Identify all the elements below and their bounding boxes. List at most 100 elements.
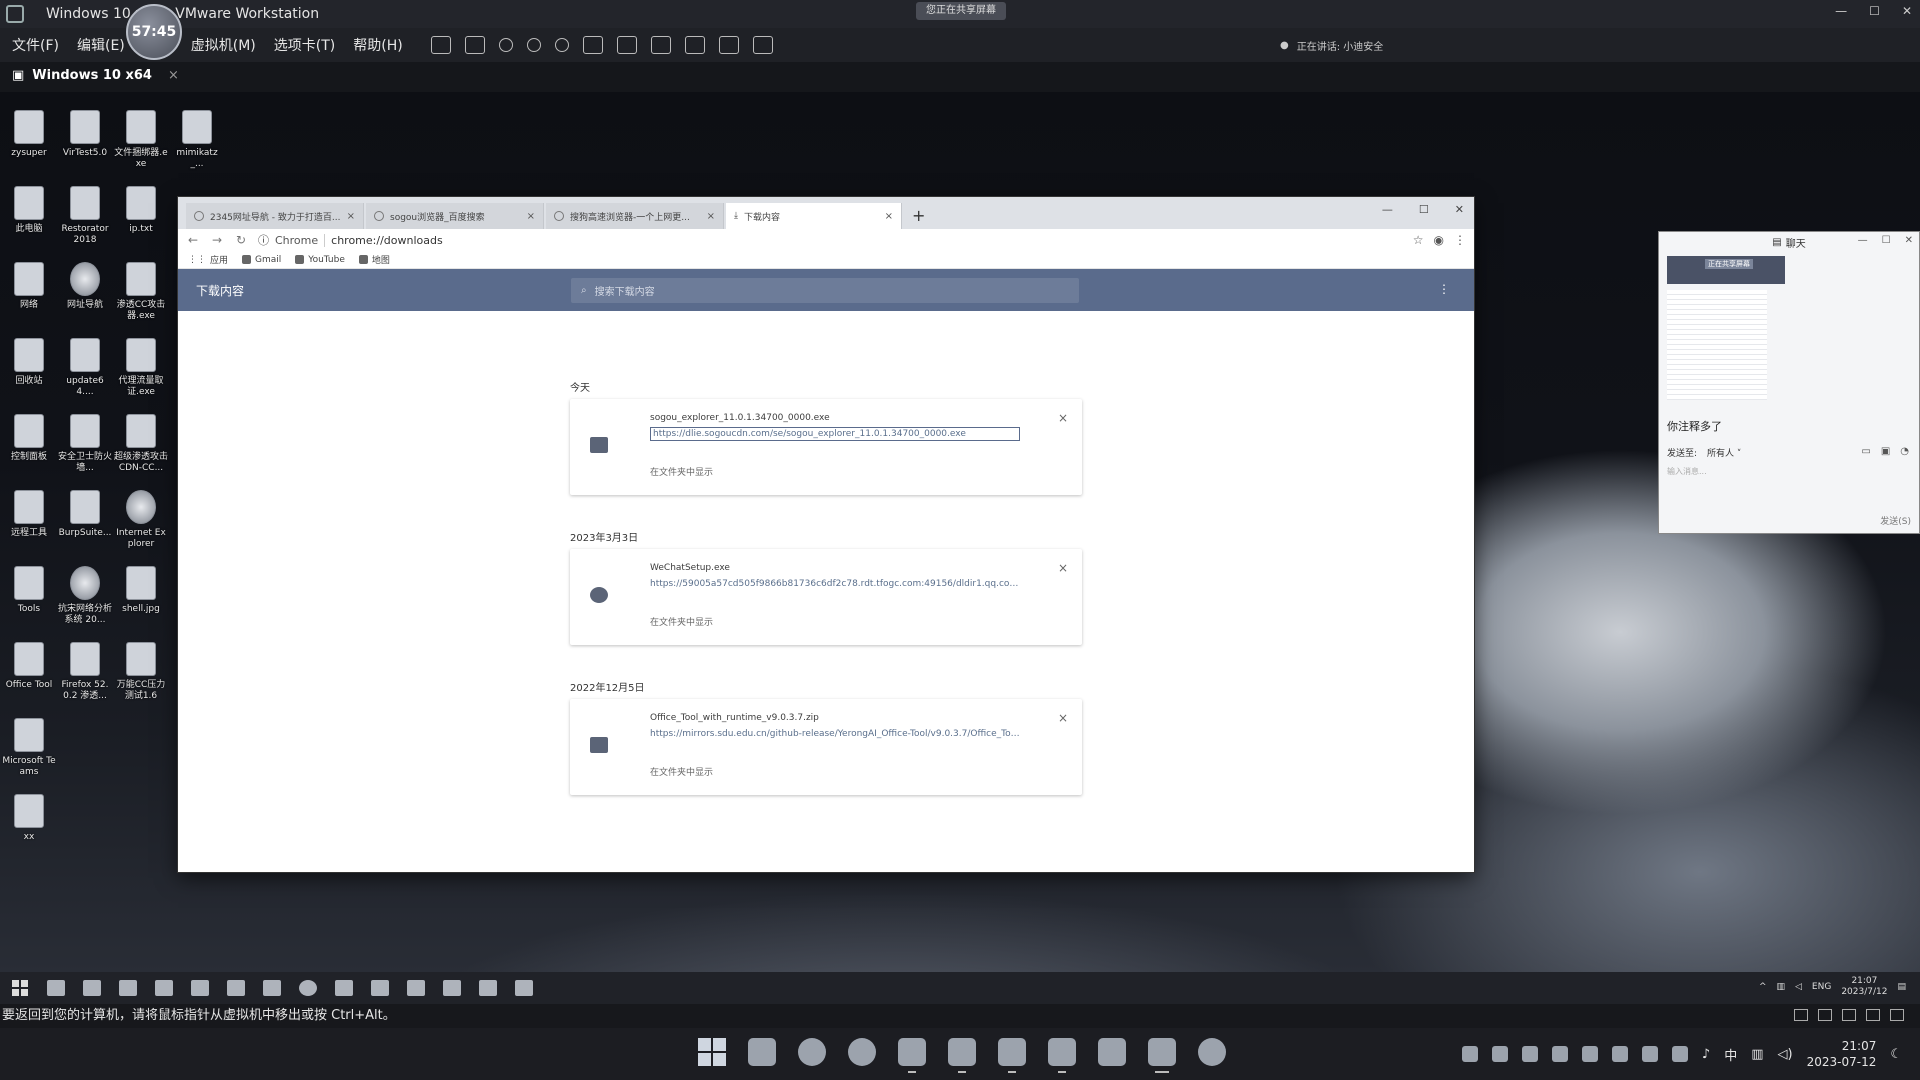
hard-disk-icon[interactable] — [1794, 1009, 1808, 1021]
send-to-dropdown[interactable]: 所有人 ˅ — [1707, 446, 1741, 459]
bookmark-maps[interactable]: 地图 — [358, 253, 390, 266]
volume-icon[interactable]: ◁) — [1778, 1047, 1793, 1062]
desktop-icon[interactable]: Restorator 2018 — [58, 186, 112, 246]
app-icon[interactable] — [191, 980, 209, 996]
new-tab-button[interactable]: + — [912, 206, 925, 225]
thumbnail-view-icon[interactable] — [616, 36, 637, 54]
menu-file[interactable]: 文件(F) — [12, 35, 59, 55]
sound-card-icon[interactable] — [1866, 1009, 1880, 1021]
desktop-icon[interactable]: 文件捆绑器.exe — [114, 110, 168, 170]
tray-app-icon[interactable] — [1611, 1046, 1628, 1062]
send-button[interactable]: 发送(S) — [1880, 514, 1911, 527]
pause-icon[interactable] — [430, 36, 451, 54]
vm-tab-close-icon[interactable]: × — [168, 68, 179, 83]
ime-indicator[interactable]: 中 — [1724, 1045, 1737, 1064]
omnibox[interactable]: ⓘ Chrome chrome://downloads — [258, 232, 1403, 248]
tab-downloads[interactable]: ⤓ 下载内容 × — [726, 203, 902, 229]
desktop-icon[interactable]: shell.jpg — [114, 566, 168, 615]
snapshot-icon[interactable] — [498, 38, 513, 52]
show-in-folder-link[interactable]: 在文件夹中显示 — [650, 465, 713, 478]
tray-app-icon[interactable] — [1521, 1046, 1538, 1062]
reload-button[interactable]: ↻ — [234, 233, 248, 247]
desktop-icon[interactable]: 网络 — [2, 262, 56, 311]
app-icon[interactable] — [263, 980, 281, 996]
minimize-button[interactable]: — — [1858, 235, 1868, 246]
tray-app-icon[interactable] — [1491, 1046, 1508, 1062]
maximize-button[interactable]: ☐ — [1419, 203, 1429, 216]
stretch-icon[interactable] — [752, 36, 773, 54]
tray-app-icon[interactable] — [1551, 1046, 1568, 1062]
tray-app-icon[interactable] — [1461, 1046, 1478, 1062]
file-url-link[interactable]: https://59005a57cd505f9866b81736c6df2c78… — [650, 579, 1020, 589]
tab-close-icon[interactable]: × — [885, 211, 893, 222]
close-button[interactable]: ✕ — [1902, 4, 1912, 18]
show-in-folder-link[interactable]: 在文件夹中显示 — [650, 615, 713, 628]
app-icon[interactable] — [227, 980, 245, 996]
maximize-button[interactable]: ☐ — [1869, 4, 1880, 18]
desktop-icon[interactable]: Firefox 52.0.2 渗透... — [58, 642, 112, 702]
app-icon[interactable] — [335, 980, 353, 996]
screenshot-icon[interactable]: ▣ — [1881, 446, 1890, 457]
network-icon[interactable]: ▥ — [1751, 1047, 1763, 1062]
desktop-icon[interactable]: Internet Explorer — [114, 490, 168, 550]
tray-app-icon[interactable] — [1641, 1046, 1658, 1062]
tab-close-icon[interactable]: × — [347, 211, 355, 222]
user-icon[interactable]: ◔ — [1900, 446, 1909, 457]
site-info-icon[interactable]: ⓘ — [258, 232, 269, 248]
app-icon[interactable] — [515, 980, 533, 996]
tray-app-icon[interactable] — [1671, 1046, 1688, 1062]
notification-icon[interactable]: ☾ — [1890, 1047, 1902, 1062]
desktop-icon[interactable]: Tools — [2, 566, 56, 615]
bookmark-star-icon[interactable]: ☆ — [1413, 233, 1424, 247]
show-in-folder-link[interactable]: 在文件夹中显示 — [650, 765, 713, 778]
desktop-icon[interactable]: BurpSuite... — [58, 490, 112, 539]
chat-input[interactable]: 输入消息... — [1667, 466, 1707, 477]
network-adapter-icon[interactable] — [1842, 1009, 1856, 1021]
notification-icon[interactable]: ▤ — [1897, 982, 1906, 992]
forward-button[interactable]: → — [210, 233, 224, 247]
file-icon[interactable]: ▭ — [1861, 446, 1870, 457]
screen-sharing-indicator[interactable]: 您正在共享屏幕 — [916, 2, 1006, 20]
tray-chevron-icon[interactable]: ^ — [1759, 982, 1767, 992]
desktop-icon[interactable]: Microsoft Teams — [2, 718, 56, 778]
desktop-icon[interactable]: 网址导航 — [58, 262, 112, 311]
chrome-icon[interactable] — [299, 980, 317, 996]
desktop-icon[interactable]: 万能CC压力测试1.6 — [114, 642, 168, 702]
shared-screen-thumbnail[interactable]: 正在共享屏幕 — [1667, 256, 1785, 284]
close-button[interactable]: ✕ — [1455, 203, 1464, 216]
tab-sogou-search[interactable]: sogou浏览器_百度搜索 × — [366, 203, 544, 229]
console-icon[interactable] — [718, 36, 739, 54]
meeting-timer-badge[interactable]: 57:45 — [126, 4, 182, 60]
downloads-menu-icon[interactable]: ⋮ — [1438, 282, 1450, 296]
profile-icon[interactable]: ◉ — [1434, 233, 1444, 247]
desktop-icon[interactable]: VirTest5.0 — [58, 110, 112, 159]
tab-sogou-browser[interactable]: 搜狗高速浏览器-一个上网更... × — [546, 203, 724, 229]
microphone-icon[interactable]: ♪ — [1702, 1047, 1710, 1062]
desktop-icon[interactable]: 安全卫士防火墙... — [58, 414, 112, 474]
back-button[interactable]: ← — [186, 233, 200, 247]
app-icon[interactable] — [155, 980, 173, 996]
bookmark-gmail[interactable]: Gmail — [242, 255, 281, 265]
desktop-icon[interactable]: 渗透CC攻击器.exe — [114, 262, 168, 322]
menu-tabs[interactable]: 选项卡(T) — [274, 35, 335, 55]
file-name-link[interactable]: WeChatSetup.exe — [650, 563, 730, 573]
app-icon[interactable] — [1098, 1038, 1126, 1066]
menu-edit[interactable]: 编辑(E) — [77, 35, 125, 55]
app-icon[interactable] — [407, 980, 425, 996]
display-icon[interactable] — [1890, 1009, 1904, 1021]
desktop-icon[interactable]: 远程工具 — [2, 490, 56, 539]
desktop-icon[interactable]: update64.... — [58, 338, 112, 398]
app-icon[interactable] — [998, 1038, 1026, 1073]
guest-clock[interactable]: 21:07 2023/7/12 — [1841, 976, 1887, 998]
windows-start-icon[interactable] — [12, 980, 28, 996]
fullscreen-icon[interactable] — [650, 36, 671, 54]
edge-icon[interactable] — [798, 1038, 826, 1066]
desktop-icon[interactable]: 超级渗透攻击CDN-CC... — [114, 414, 168, 474]
minimize-button[interactable]: — — [1835, 4, 1847, 18]
host-clock[interactable]: 21:07 2023-07-12 — [1807, 1038, 1877, 1070]
downloads-search-input[interactable]: ⌕ 搜索下载内容 — [571, 278, 1079, 303]
remove-download-icon[interactable]: × — [1058, 561, 1068, 575]
url-text[interactable]: chrome://downloads — [331, 234, 443, 247]
chrome-icon[interactable] — [848, 1038, 876, 1066]
tab-close-icon[interactable]: × — [707, 211, 715, 222]
